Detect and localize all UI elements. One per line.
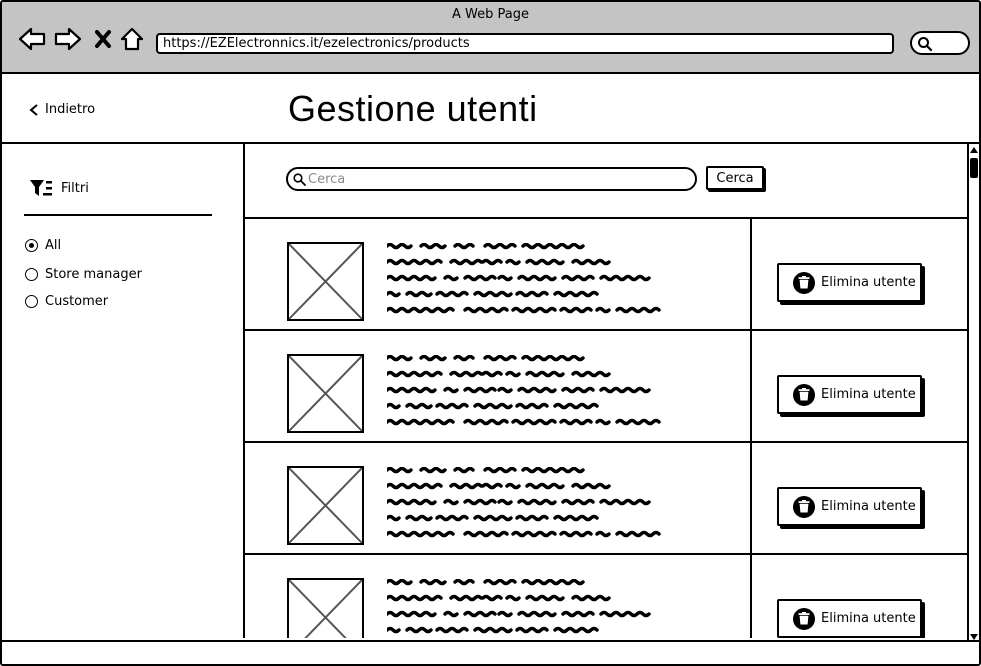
back-label: Indietro	[45, 102, 96, 117]
status-bar	[2, 640, 979, 664]
user-avatar-placeholder	[287, 354, 364, 433]
filters-label: Filtri	[61, 180, 89, 196]
page-header: Indietro Gestione utenti	[2, 74, 979, 144]
browser-window: A Web Page https://EZElectronnics.it/eze…	[0, 0, 981, 666]
search-icon	[293, 173, 306, 186]
delete-user-button[interactable]: Elimina utente	[777, 375, 922, 414]
browser-search-box[interactable]	[910, 31, 970, 55]
scrollbar[interactable]	[967, 144, 979, 642]
user-row: Elimina utente	[245, 331, 967, 443]
user-row: Elimina utente	[245, 555, 967, 638]
filter-icon	[30, 180, 52, 196]
arrow-right-icon[interactable]	[53, 24, 83, 54]
delete-user-button[interactable]: Elimina utente	[777, 263, 922, 302]
trash-icon	[793, 271, 815, 294]
search-icon	[918, 37, 933, 52]
back-link[interactable]: Indietro	[29, 102, 95, 117]
image-placeholder-icon	[289, 356, 362, 431]
address-bar[interactable]: https://EZElectronnics.it/ezelectronics/…	[156, 33, 894, 54]
row-column-divider	[750, 555, 752, 638]
delete-user-label: Elimina utente	[821, 387, 916, 402]
filter-option-store-manager[interactable]: Store manager	[25, 267, 142, 282]
window-title: A Web Page	[452, 7, 529, 22]
delete-user-button[interactable]: Elimina utente	[777, 487, 922, 526]
search-button[interactable]: Cerca	[706, 166, 764, 190]
radio-button[interactable]	[25, 239, 38, 252]
placeholder-text-lines	[387, 579, 651, 634]
delete-user-label: Elimina utente	[821, 499, 916, 514]
delete-user-button[interactable]: Elimina utente	[777, 599, 922, 638]
placeholder-text-lines	[387, 467, 661, 538]
filter-option-label: Store manager	[45, 267, 142, 282]
filter-option-customer[interactable]: Customer	[25, 294, 108, 309]
filters-header: Filtri	[29, 178, 89, 198]
filter-option-label: Customer	[45, 294, 109, 309]
row-column-divider	[750, 443, 752, 555]
chevron-left-icon	[29, 103, 38, 116]
page-title: Gestione utenti	[288, 88, 538, 129]
delete-user-label: Elimina utente	[821, 611, 916, 626]
sidebar-divider	[24, 214, 212, 216]
user-avatar-placeholder	[287, 578, 364, 638]
user-row: Elimina utente	[245, 219, 967, 331]
filter-sidebar: Filtri All Store manager Customer	[2, 144, 245, 638]
search-box[interactable]	[286, 167, 697, 191]
delete-user-label: Elimina utente	[821, 275, 916, 290]
scroll-up-icon[interactable]	[969, 145, 979, 155]
home-icon[interactable]	[117, 24, 147, 54]
user-avatar-placeholder	[287, 466, 364, 545]
user-list-panel: Cerca Elimina utente	[245, 144, 967, 638]
row-column-divider	[750, 331, 752, 443]
radio-button[interactable]	[25, 268, 38, 281]
row-column-divider	[750, 219, 752, 331]
radio-button[interactable]	[25, 295, 38, 308]
image-placeholder-icon	[289, 244, 362, 319]
image-placeholder-icon	[289, 468, 362, 543]
trash-icon	[793, 383, 815, 406]
close-icon[interactable]	[88, 24, 118, 54]
image-placeholder-icon	[289, 580, 362, 638]
search-input[interactable]	[308, 170, 688, 188]
browser-chrome: A Web Page https://EZElectronnics.it/eze…	[2, 2, 979, 74]
scroll-thumb[interactable]	[970, 158, 978, 178]
trash-icon	[793, 495, 815, 518]
placeholder-text-lines	[387, 243, 661, 314]
placeholder-text-lines	[387, 355, 661, 426]
filter-option-all[interactable]: All	[25, 238, 61, 253]
user-row: Elimina utente	[245, 443, 967, 555]
user-avatar-placeholder	[287, 242, 364, 321]
filter-option-label: All	[45, 238, 62, 253]
trash-icon	[793, 607, 815, 630]
arrow-left-icon[interactable]	[17, 24, 47, 54]
